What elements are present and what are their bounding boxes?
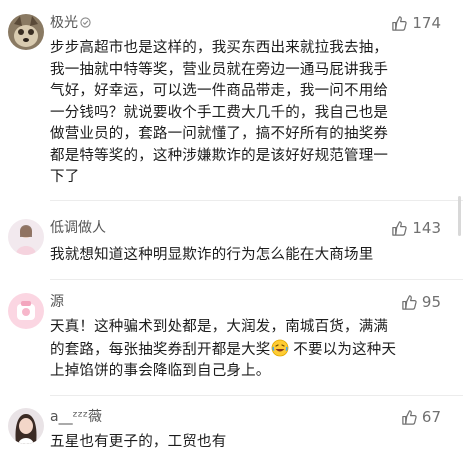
username[interactable]: 低调做人 [50,219,106,237]
thumbs-up-icon [402,409,417,425]
like-button[interactable]: 143 [391,219,441,237]
avatar[interactable] [8,14,44,50]
comment-text: 天真！这种骗术到处都是，大润发，南城百货，满满 的套路，每张抽奖券刮开都是大奖 … [50,317,450,383]
divider [50,395,463,396]
avatar[interactable] [8,293,44,329]
username[interactable]: a__ᶻᶻᶻ薇 [50,408,102,426]
like-count: 95 [421,293,441,311]
avatar[interactable] [8,219,44,255]
username[interactable]: 源 [50,293,64,311]
like-button[interactable]: 67 [401,408,441,426]
username[interactable]: 极光 [50,14,91,32]
thumbs-up-icon [402,294,417,310]
divider [50,279,463,280]
comment-text: 步步高超市也是这样的，我买东西出来就拉我去抽， 我一抽就中特等奖，营业员就在旁边… [50,40,389,185]
comment-text: 五星也有更子的，工贸也有 [50,434,227,450]
laughing-emoji-icon [271,339,288,356]
divider [50,200,463,201]
like-count: 143 [412,219,441,237]
thumbs-up-icon [392,15,408,31]
member-badge-icon [80,17,91,28]
like-button[interactable]: 95 [401,293,441,311]
like-button[interactable]: 174 [391,14,441,32]
avatar[interactable] [8,408,44,444]
like-count: 174 [412,14,441,32]
comment-text: 我就想知道这种明显欺诈的行为怎么能在大商场里 [50,247,374,263]
comment-feed: 极光 174 步步高超市也是这样的，我买东西出来就拉我去抽， 我一抽就中特等奖，… [0,0,463,463]
thumbs-up-icon [392,220,408,236]
like-count: 67 [421,408,441,426]
scrollbar-thumb[interactable] [458,196,461,236]
